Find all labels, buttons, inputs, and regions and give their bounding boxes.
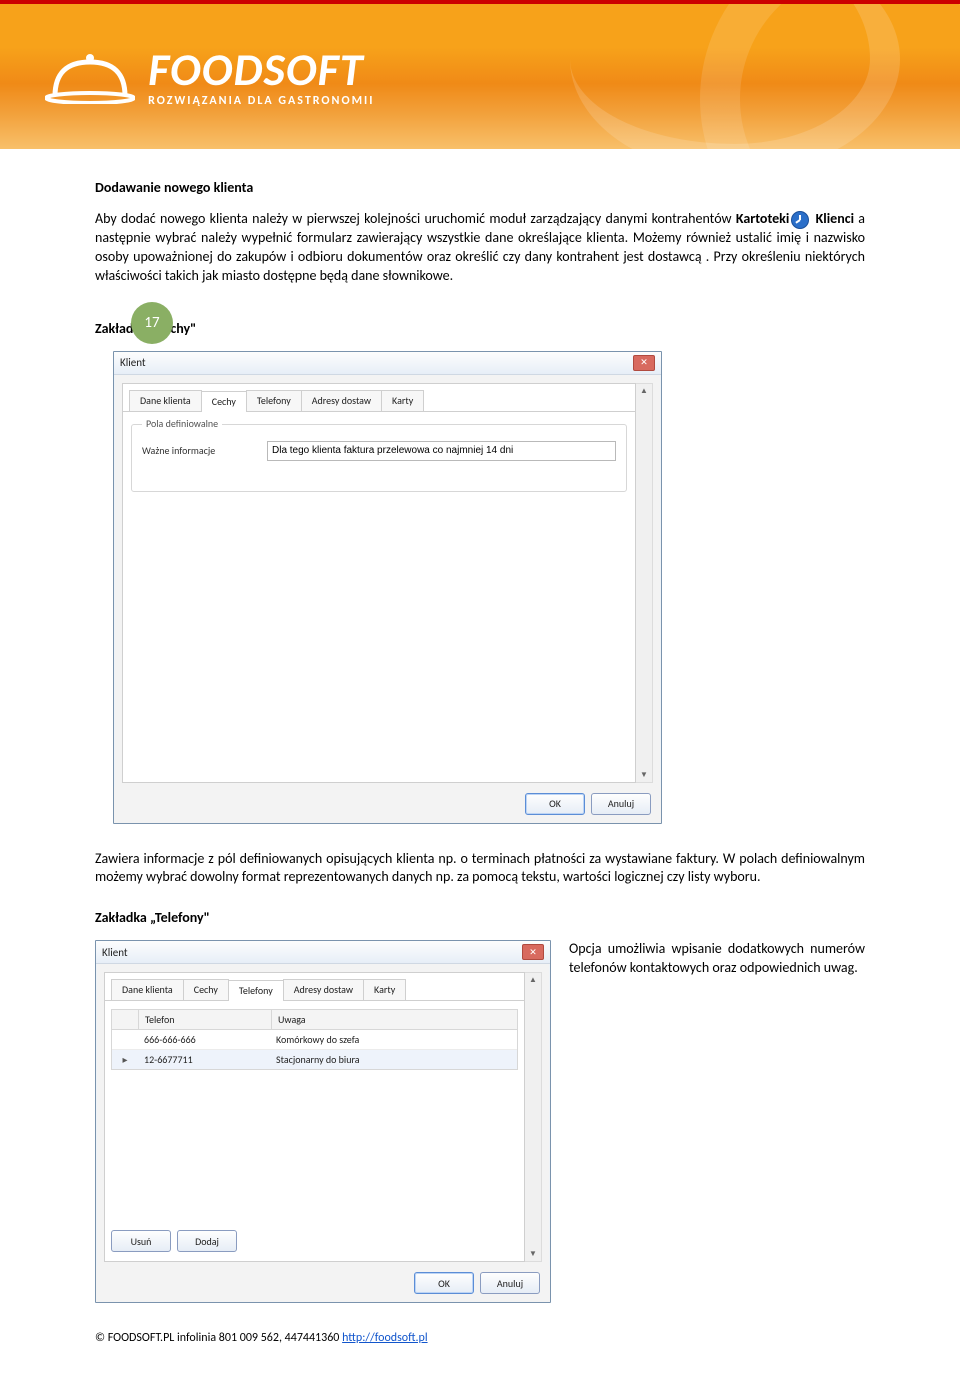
telefony-paragraph: Opcja umożliwia wpisanie dodatkowych num… bbox=[569, 940, 865, 978]
col-uwaga-header[interactable]: Uwaga bbox=[272, 1010, 517, 1029]
scroll-up-icon[interactable]: ▲ bbox=[525, 973, 541, 987]
logo: FOODSOFT ROZWIĄZANIA DLA GASTRONOMII bbox=[45, 42, 374, 108]
telefony-heading: Zakładka „Telefony" bbox=[95, 909, 865, 926]
dialog-title: Klient bbox=[120, 356, 146, 369]
tab-dane-klienta[interactable]: Dane klienta bbox=[129, 390, 202, 411]
page-number-badge: 17 bbox=[131, 302, 173, 344]
scroll-down-icon[interactable]: ▼ bbox=[636, 768, 652, 782]
tab-telefony[interactable]: Telefony bbox=[228, 980, 284, 1001]
col-telefon-header[interactable]: Telefon bbox=[139, 1010, 272, 1029]
footer-copyright: © FOODSOFT.PL infolinia 801 009 562, 447… bbox=[95, 1331, 865, 1345]
telefony-grid: Telefon Uwaga 666-666-666 Komórkowy do s… bbox=[111, 1009, 518, 1070]
scroll-down-icon[interactable]: ▼ bbox=[525, 1247, 541, 1261]
cancel-button[interactable]: Anuluj bbox=[480, 1272, 540, 1294]
tab-dane-klienta[interactable]: Dane klienta bbox=[111, 979, 184, 1000]
grid-marker-col bbox=[112, 1010, 139, 1029]
cechy-paragraph: Zawiera informacje z pól definiowanych o… bbox=[95, 850, 865, 888]
cloche-icon bbox=[45, 48, 135, 108]
wazne-informacje-input[interactable] bbox=[267, 441, 616, 461]
brand-tagline: ROZWIĄZANIA DLA GASTRONOMII bbox=[148, 94, 374, 108]
cechy-heading: Zakładka „Cechy" bbox=[95, 320, 865, 337]
brand-header: FOODSOFT ROZWIĄZANIA DLA GASTRONOMII bbox=[0, 4, 960, 149]
tab-karty[interactable]: Karty bbox=[363, 979, 406, 1000]
dodaj-button[interactable]: Dodaj bbox=[177, 1230, 237, 1252]
cancel-button[interactable]: Anuluj bbox=[591, 793, 651, 815]
footer-link[interactable]: http://foodsoft.pl bbox=[342, 1331, 427, 1345]
klient-dialog-telefony: Klient ✕ Dane klienta Cechy Telefony Adr… bbox=[95, 940, 551, 1303]
tab-karty[interactable]: Karty bbox=[381, 390, 424, 411]
close-icon[interactable]: ✕ bbox=[522, 944, 544, 960]
table-row[interactable]: ▸ 12-6677711 Stacjonarny do biura bbox=[112, 1050, 517, 1069]
tab-cechy[interactable]: Cechy bbox=[201, 391, 247, 412]
dialog-titlebar[interactable]: Klient ✕ bbox=[114, 352, 661, 375]
scrollbar[interactable]: ▲ ▼ bbox=[525, 972, 542, 1262]
scrollbar[interactable]: ▲ ▼ bbox=[636, 383, 653, 783]
tab-adresy-dostaw[interactable]: Adresy dostaw bbox=[301, 390, 382, 411]
kartoteki-icon bbox=[791, 211, 809, 229]
tab-adresy-dostaw[interactable]: Adresy dostaw bbox=[283, 979, 364, 1000]
usun-button[interactable]: Usuń bbox=[111, 1230, 171, 1252]
groupbox-legend: Pola definiowalne bbox=[142, 417, 222, 430]
table-row[interactable]: 666-666-666 Komórkowy do szefa bbox=[112, 1030, 517, 1050]
section-title: Dodawanie nowego klienta bbox=[95, 179, 865, 196]
decorative-swirl bbox=[700, 4, 960, 149]
ok-button[interactable]: OK bbox=[414, 1272, 474, 1294]
tab-cechy[interactable]: Cechy bbox=[183, 979, 229, 1000]
tab-bar: Dane klienta Cechy Telefony Adresy dosta… bbox=[105, 979, 524, 1001]
ok-button[interactable]: OK bbox=[525, 793, 585, 815]
wazne-informacje-label: Ważne informacje bbox=[142, 444, 257, 457]
brand-name: FOODSOFT bbox=[148, 42, 374, 98]
klient-dialog-cechy: Klient ✕ Dane klienta Cechy Telefony Adr… bbox=[113, 351, 662, 824]
tab-bar: Dane klienta Cechy Telefony Adresy dosta… bbox=[123, 390, 635, 412]
dialog-title: Klient bbox=[102, 946, 128, 959]
tab-telefony[interactable]: Telefony bbox=[246, 390, 302, 411]
dialog-titlebar[interactable]: Klient ✕ bbox=[96, 941, 550, 964]
pola-definiowalne-group: Pola definiowalne Ważne informacje bbox=[131, 424, 627, 492]
close-icon[interactable]: ✕ bbox=[633, 355, 655, 371]
intro-paragraph: Aby dodać nowego klienta należy w pierws… bbox=[95, 210, 865, 286]
scroll-up-icon[interactable]: ▲ bbox=[636, 384, 652, 398]
